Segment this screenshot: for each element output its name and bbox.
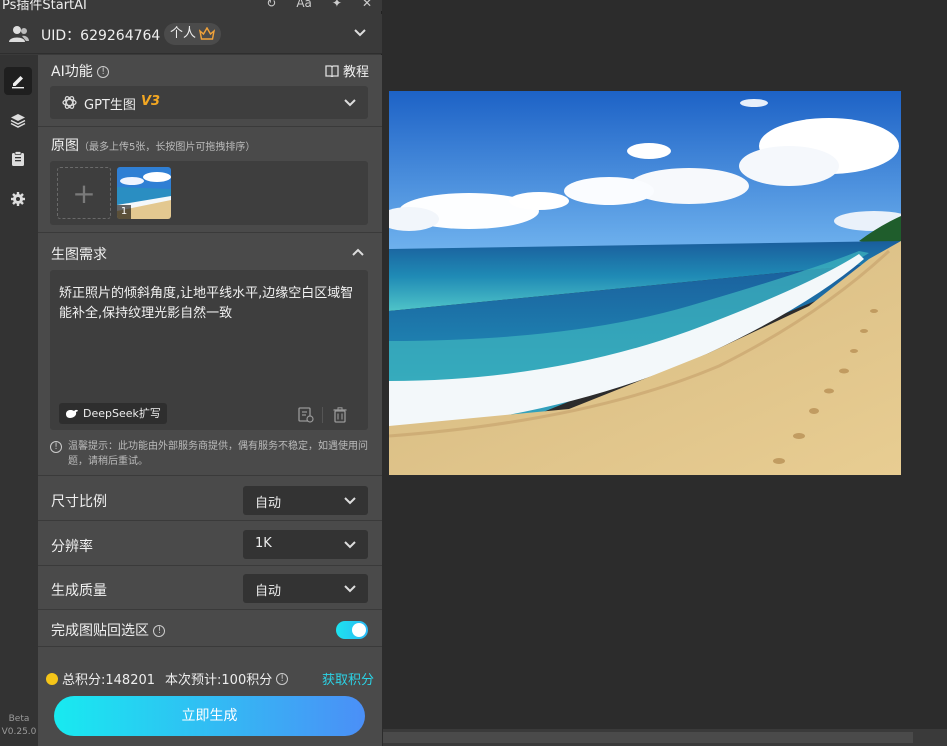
thumbnail-index: 1: [117, 205, 131, 219]
ai-function-title: AI功能 !: [51, 61, 110, 81]
get-points-link[interactable]: 获取积分: [322, 669, 374, 688]
resolution-value: 1K: [255, 536, 272, 551]
prompt-title: 生图需求: [51, 247, 107, 263]
chevron-down-icon: [344, 585, 356, 593]
prompt-text[interactable]: 矫正照片的倾斜角度,让地平线水平,边缘空白区域智能补全,保持纹理光影自然一致: [59, 284, 359, 324]
trash-icon[interactable]: [333, 407, 347, 423]
paste-back-row: 完成图贴回选区 !: [38, 611, 382, 647]
plan-label: 个人: [170, 26, 197, 41]
gear-icon[interactable]: [4, 185, 32, 213]
clipboard-icon[interactable]: [4, 145, 32, 173]
uid-text: UID：629264764: [41, 28, 161, 44]
info-icon[interactable]: !: [276, 672, 289, 685]
source-title-label: 原图: [51, 138, 79, 154]
plan-badge: 个人: [164, 23, 222, 45]
ai-function-label: AI功能: [51, 64, 93, 80]
quality-label: 生成质量: [51, 583, 107, 599]
source-title: 原图（最多上传5张，长按图片可拖拽排序）: [51, 135, 255, 155]
quality-select[interactable]: 自动: [243, 574, 368, 603]
paste-back-label: 完成图贴回选区: [51, 623, 149, 639]
source-hint: （最多上传5张，长按图片可拖拽排序）: [79, 142, 256, 153]
model-icon: [62, 96, 77, 109]
paste-back-title: 完成图贴回选区 !: [51, 620, 166, 640]
chevron-down-icon: [344, 497, 356, 505]
scrollbar-thumb[interactable]: [383, 732, 913, 743]
model-version: V3: [141, 94, 161, 109]
deepseek-label: DeepSeek扩写: [83, 407, 161, 420]
horizontal-scrollbar[interactable]: [383, 729, 947, 746]
layers-icon[interactable]: [4, 106, 32, 134]
points-info: 总积分:148201 本次预计:100积分 !: [46, 669, 289, 688]
users-icon: [9, 26, 29, 42]
ratio-select[interactable]: 自动: [243, 486, 368, 515]
title-bar: Ps插件StartAI ↻ Aa ✦ ✕: [0, 0, 382, 11]
tutorial-label: 教程: [342, 65, 369, 80]
resolution-row: 分辨率 1K: [38, 522, 382, 566]
deepseek-expand-button[interactable]: DeepSeek扩写: [59, 403, 167, 424]
resolution-select[interactable]: 1K: [243, 530, 368, 559]
quality-row: 生成质量 自动: [38, 567, 382, 610]
toggle-knob: [352, 623, 366, 637]
info-icon[interactable]: !: [97, 66, 110, 78]
model-select[interactable]: GPT生图 V3: [50, 86, 368, 119]
ratio-value: 自动: [255, 496, 282, 511]
tutorial-link[interactable]: 教程: [325, 61, 369, 80]
main-content: AI功能 ! 教程 GPT生图 V3 原图（最多上传5张，长按图片可拖拽排序） …: [38, 55, 382, 746]
whale-icon: [66, 409, 78, 418]
pin-icon[interactable]: ✦: [332, 0, 342, 10]
chevron-down-icon[interactable]: [354, 26, 366, 40]
account-bar[interactable]: UID：629264764 个人: [0, 14, 382, 54]
warning-text: 温馨提示：此功能由外部服务商提供，偶有服务不稳定，如遇使用问题，请稍后重试。: [68, 441, 368, 467]
beta-label: Beta: [8, 714, 30, 724]
total-points: 总积分:148201: [62, 673, 156, 688]
resolution-label: 分辨率: [51, 539, 93, 555]
quality-value: 自动: [255, 584, 282, 599]
ratio-label: 尺寸比例: [51, 494, 107, 510]
refresh-icon[interactable]: ↻: [266, 0, 276, 10]
ai-function-section: AI功能 ! 教程 GPT生图 V3: [38, 55, 382, 127]
sidebar: [0, 55, 38, 746]
book-icon: [325, 64, 339, 77]
image-upload-area: + 1: [50, 161, 368, 225]
beach-photo: [389, 91, 901, 475]
edit-icon[interactable]: [4, 67, 32, 95]
history-icon[interactable]: [298, 407, 314, 423]
canvas-image[interactable]: [389, 91, 901, 475]
version-info: Beta V0.25.0: [0, 713, 38, 739]
chevron-up-icon[interactable]: [352, 247, 364, 257]
generate-button[interactable]: 立即生成: [54, 696, 365, 736]
coin-icon: [46, 672, 58, 685]
service-warning: ! 温馨提示：此功能由外部服务商提供，偶有服务不稳定，如遇使用问题，请稍后重试。: [50, 439, 370, 469]
paste-back-toggle[interactable]: [336, 621, 368, 639]
prompt-textarea[interactable]: 矫正照片的倾斜角度,让地平线水平,边缘空白区域智能补全,保持纹理光影自然一致 D…: [50, 270, 368, 430]
divider: [322, 407, 323, 423]
info-icon[interactable]: !: [153, 625, 166, 637]
title-bar-icons: ↻ Aa ✦ ✕: [266, 0, 372, 10]
info-icon: !: [50, 441, 62, 453]
estimated-cost: 本次预计:100积分: [165, 673, 273, 688]
app-title: Ps插件StartAI: [2, 0, 87, 11]
add-image-button[interactable]: +: [57, 167, 111, 219]
ratio-row: 尺寸比例 自动: [38, 477, 382, 521]
model-name: GPT生图: [84, 98, 136, 113]
plugin-panel: Ps插件StartAI ↻ Aa ✦ ✕ UID：629264764 个人 Be…: [0, 0, 382, 746]
chevron-down-icon: [344, 99, 356, 107]
source-thumbnail[interactable]: 1: [117, 167, 171, 219]
close-icon[interactable]: ✕: [362, 0, 372, 10]
crown-icon: [199, 27, 216, 40]
chevron-down-icon: [344, 541, 356, 549]
font-size-icon[interactable]: Aa: [296, 0, 312, 10]
version-label: V0.25.0: [1, 727, 37, 737]
